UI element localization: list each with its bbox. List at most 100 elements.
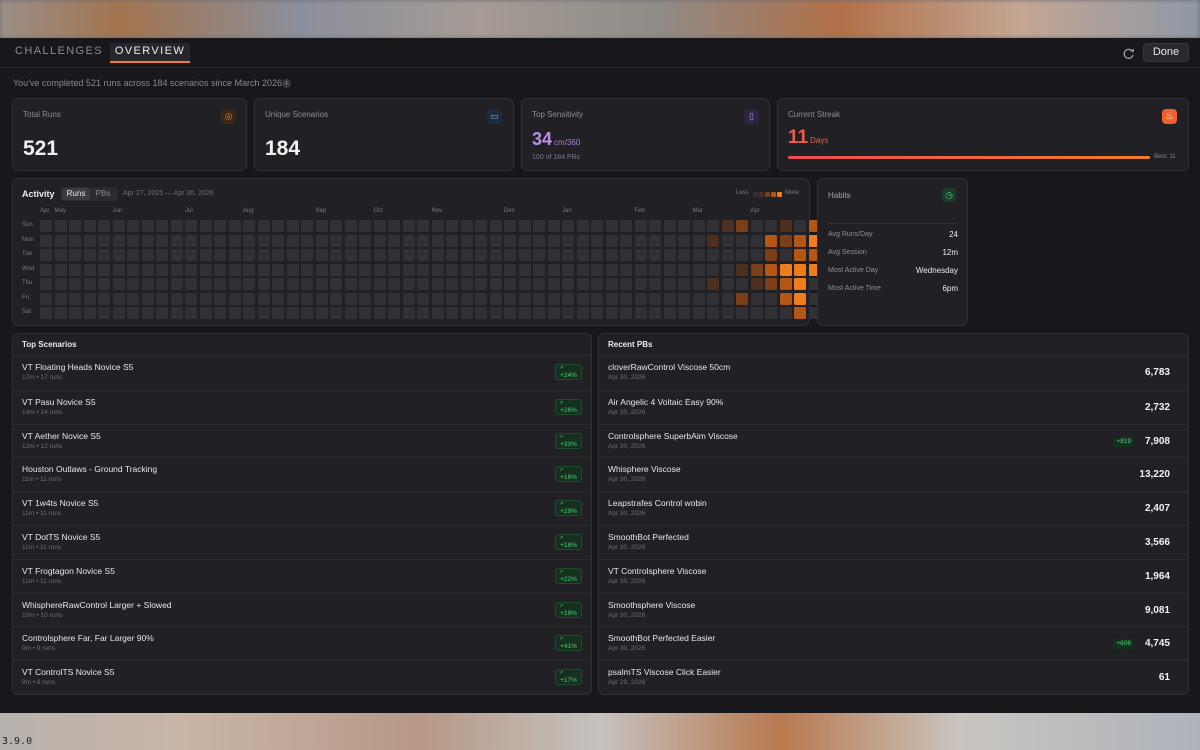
activity-cell[interactable] [794,278,806,290]
activity-cell[interactable] [417,263,429,276]
activity-cell[interactable] [344,234,357,247]
activity-cell[interactable] [649,278,661,290]
activity-cell[interactable] [794,234,806,247]
activity-cell[interactable] [69,307,81,319]
activity-cell[interactable] [750,307,763,319]
activity-cell[interactable] [214,307,226,319]
activity-cell[interactable] [663,292,676,305]
activity-cell[interactable] [286,263,299,276]
scenario-row[interactable]: Controlsphere Far, Far Larger 90% 9m • 9 … [13,626,591,659]
activity-cell[interactable] [533,278,545,290]
activity-cell[interactable] [678,307,690,319]
activity-cell[interactable] [475,292,487,305]
activity-cell[interactable] [431,292,444,305]
refresh-icon[interactable] [1122,47,1136,61]
activity-cell[interactable] [547,278,560,290]
activity-cell[interactable] [98,249,110,261]
activity-cell[interactable] [605,292,618,305]
activity-cell[interactable] [301,234,313,247]
activity-cell[interactable] [663,234,676,247]
activity-cell[interactable] [736,234,748,247]
activity-cell[interactable] [692,307,705,319]
activity-cell[interactable] [417,278,429,290]
activity-cell[interactable] [533,249,545,261]
activity-cell[interactable] [547,307,560,319]
activity-cell[interactable] [199,278,212,290]
activity-cell[interactable] [359,307,371,319]
activity-cell[interactable] [692,249,705,261]
activity-cell[interactable] [388,292,400,305]
scenario-row[interactable]: VT Pasu Novice S5 14m • 14 runs ↗ +26% [13,389,591,423]
activity-cell[interactable] [750,278,763,290]
activity-cell[interactable] [199,307,212,319]
activity-cell[interactable] [417,292,429,305]
activity-cell[interactable] [736,263,748,276]
activity-cell[interactable] [765,292,777,305]
activity-cell[interactable] [649,292,661,305]
activity-cell[interactable] [315,307,328,319]
activity-cell[interactable] [185,220,197,232]
activity-cell[interactable] [170,278,183,290]
info-icon[interactable]: i [282,79,291,88]
activity-cell[interactable] [185,292,197,305]
activity-cell[interactable] [402,249,415,261]
activity-cell[interactable] [446,292,458,305]
pb-row[interactable]: Whisphere Viscose Apr 30, 2026 13,220 [599,457,1188,490]
activity-cell[interactable] [373,220,386,232]
activity-cell[interactable] [359,292,371,305]
activity-cell[interactable] [533,307,545,319]
activity-cell[interactable] [417,234,429,247]
activity-cell[interactable] [707,307,719,319]
activity-cell[interactable] [388,220,400,232]
activity-cell[interactable] [359,249,371,261]
activity-cell[interactable] [272,234,284,247]
activity-cell[interactable] [156,307,168,319]
activity-cell[interactable] [388,249,400,261]
activity-cell[interactable] [460,263,473,276]
activity-cell[interactable] [54,292,67,305]
activity-cell[interactable] [475,307,487,319]
activity-cell[interactable] [431,263,444,276]
activity-cell[interactable] [359,234,371,247]
activity-cell[interactable] [779,307,792,319]
activity-cell[interactable] [228,307,241,319]
activity-cell[interactable] [533,220,545,232]
activity-cell[interactable] [489,278,502,290]
done-button[interactable]: Done [1143,43,1189,62]
activity-cell[interactable] [373,292,386,305]
activity-cell[interactable] [620,263,632,276]
pb-row[interactable]: SmoothBot Perfected Apr 30, 2026 3,566 [599,525,1188,558]
tab-challenges[interactable]: CHALLENGES [14,43,104,63]
activity-cell[interactable] [634,292,647,305]
activity-cell[interactable] [40,249,52,261]
activity-cell[interactable] [388,278,400,290]
activity-cell[interactable] [678,249,690,261]
activity-cell[interactable] [344,307,357,319]
activity-cell[interactable] [243,234,255,247]
activity-cell[interactable] [489,307,502,319]
activity-cell[interactable] [692,278,705,290]
activity-cell[interactable] [228,263,241,276]
activity-cell[interactable] [489,292,502,305]
activity-cell[interactable] [446,234,458,247]
activity-cell[interactable] [562,307,574,319]
activity-cell[interactable] [40,220,52,232]
activity-cell[interactable] [315,278,328,290]
activity-cell[interactable] [156,234,168,247]
activity-cell[interactable] [431,278,444,290]
activity-cell[interactable] [605,307,618,319]
activity-cell[interactable] [634,307,647,319]
activity-cell[interactable] [228,249,241,261]
activity-cell[interactable] [765,263,777,276]
activity-cell[interactable] [576,292,589,305]
scenario-row[interactable]: VT DotTS Novice S5 11m • 11 runs ↗ +18% [13,525,591,558]
activity-cell[interactable] [779,249,792,261]
activity-cell[interactable] [127,307,139,319]
activity-cell[interactable] [446,278,458,290]
activity-cell[interactable] [794,263,806,276]
pb-row[interactable]: SmoothBot Perfected Easier Apr 30, 2026 4,… [599,626,1188,659]
activity-cell[interactable] [388,234,400,247]
activity-cell[interactable] [765,220,777,232]
activity-cell[interactable] [98,292,110,305]
activity-cell[interactable] [591,292,603,305]
